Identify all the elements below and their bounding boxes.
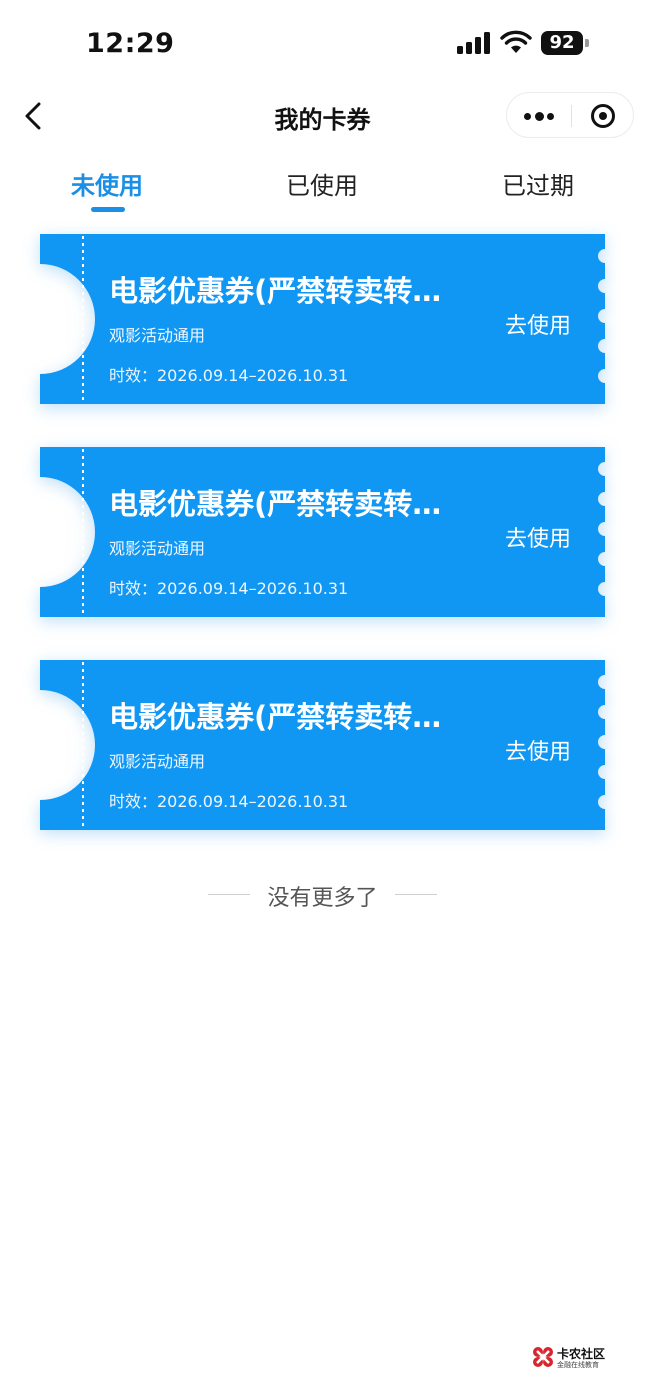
watermark: 卡农社区 金融在线教育 [532, 1344, 612, 1372]
use-coupon-button[interactable]: 去使用 [495, 521, 581, 553]
coupon-title: 电影优惠券(严禁转卖转… [109, 274, 442, 308]
capsule-divider [571, 105, 572, 127]
coupon-card[interactable]: 电影优惠券(严禁转卖转… 观影活动通用 时效：2026.09.14–2026.1… [40, 447, 605, 617]
signal-icon [457, 32, 491, 54]
divider [395, 894, 437, 895]
nav-bar: 我的卡券 [0, 88, 645, 144]
coupon-subtitle: 观影活动通用 [109, 539, 206, 558]
kanong-logo-icon [533, 1347, 553, 1367]
more-dots-icon [524, 113, 531, 120]
status-time: 12:29 [86, 28, 175, 59]
coupon-subtitle: 观影活动通用 [109, 326, 206, 345]
no-more-text: 没有更多了 [267, 886, 378, 911]
active-tab-indicator [91, 207, 125, 212]
coupon-title: 电影优惠券(严禁转卖转… [109, 700, 442, 734]
status-bar: 12:29 92 [0, 0, 645, 88]
coupon-title: 电影优惠券(严禁转卖转… [109, 487, 442, 521]
watermark-subtitle: 金融在线教育 [557, 1361, 599, 1369]
list-end-indicator: 没有更多了 [0, 878, 645, 911]
more-button[interactable] [507, 93, 571, 139]
coupon-card[interactable]: 电影优惠券(严禁转卖转… 观影活动通用 时效：2026.09.14–2026.1… [40, 660, 605, 830]
mini-program-capsule [506, 92, 634, 138]
coupon-validity: 时效：2026.09.14–2026.10.31 [109, 792, 349, 811]
battery-icon: 92 [541, 31, 589, 55]
coupon-tabs: 未使用 已使用 已过期 [0, 160, 645, 216]
tab-used[interactable]: 已使用 [262, 166, 382, 201]
coupon-validity: 时效：2026.09.14–2026.10.31 [109, 579, 349, 598]
coupon-subtitle: 观影活动通用 [109, 752, 206, 771]
coupon-card[interactable]: 电影优惠券(严禁转卖转… 观影活动通用 时效：2026.09.14–2026.1… [40, 234, 605, 404]
use-coupon-button[interactable]: 去使用 [495, 734, 581, 766]
battery-level: 92 [541, 31, 583, 55]
wifi-icon [500, 30, 532, 54]
target-circle-icon [599, 112, 607, 120]
tab-expired[interactable]: 已过期 [478, 166, 598, 201]
coupon-validity: 时效：2026.09.14–2026.10.31 [109, 366, 349, 385]
close-mini-program-button[interactable] [591, 104, 615, 128]
tab-unused[interactable]: 未使用 [47, 166, 167, 201]
use-coupon-button[interactable]: 去使用 [495, 308, 581, 340]
